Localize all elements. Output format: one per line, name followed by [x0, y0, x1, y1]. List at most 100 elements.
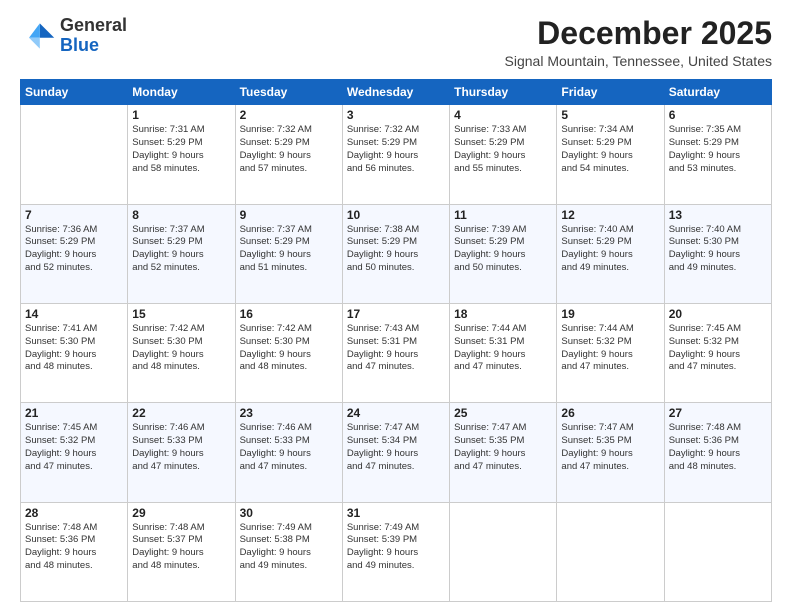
day-cell-6: 6 Sunrise: 7:35 AM Sunset: 5:29 PM Daylig…	[664, 105, 771, 204]
day-number: 1	[132, 108, 230, 122]
logo-icon	[20, 18, 56, 54]
day-info: Sunrise: 7:49 AM Sunset: 5:38 PM Dayligh…	[240, 522, 338, 573]
day-number: 4	[454, 108, 552, 122]
day-cell-17: 17 Sunrise: 7:43 AM Sunset: 5:31 PM Dayli…	[342, 303, 449, 402]
day-info: Sunrise: 7:37 AM Sunset: 5:29 PM Dayligh…	[132, 224, 230, 275]
day-info: Sunrise: 7:32 AM Sunset: 5:29 PM Dayligh…	[347, 124, 445, 175]
day-cell-31: 31 Sunrise: 7:49 AM Sunset: 5:39 PM Dayli…	[342, 502, 449, 601]
day-info: Sunrise: 7:38 AM Sunset: 5:29 PM Dayligh…	[347, 224, 445, 275]
day-info: Sunrise: 7:46 AM Sunset: 5:33 PM Dayligh…	[132, 422, 230, 473]
day-number: 21	[25, 406, 123, 420]
day-info: Sunrise: 7:45 AM Sunset: 5:32 PM Dayligh…	[25, 422, 123, 473]
day-number: 24	[347, 406, 445, 420]
day-info: Sunrise: 7:39 AM Sunset: 5:29 PM Dayligh…	[454, 224, 552, 275]
day-info: Sunrise: 7:48 AM Sunset: 5:36 PM Dayligh…	[25, 522, 123, 573]
day-number: 8	[132, 208, 230, 222]
day-cell-23: 23Sunrise: 7:46 AM Sunset: 5:33 PM Dayli…	[235, 403, 342, 502]
day-cell-26: 26 Sunrise: 7:47 AM Sunset: 5:35 PM Dayli…	[557, 403, 664, 502]
day-info: Sunrise: 7:34 AM Sunset: 5:29 PM Dayligh…	[561, 124, 659, 175]
day-number: 5	[561, 108, 659, 122]
day-number: 22	[132, 406, 230, 420]
day-cell-10: 10 Sunrise: 7:38 AM Sunset: 5:29 PM Dayli…	[342, 204, 449, 303]
day-info: Sunrise: 7:43 AM Sunset: 5:31 PM Dayligh…	[347, 323, 445, 374]
empty-cell	[664, 502, 771, 601]
day-number: 28	[25, 506, 123, 520]
day-number: 6	[669, 108, 767, 122]
day-cell-30: 30 Sunrise: 7:49 AM Sunset: 5:38 PM Dayli…	[235, 502, 342, 601]
empty-cell	[21, 105, 128, 204]
day-number: 10	[347, 208, 445, 222]
day-info: Sunrise: 7:40 AM Sunset: 5:30 PM Dayligh…	[669, 224, 767, 275]
day-number: 29	[132, 506, 230, 520]
day-info: Sunrise: 7:31 AM Sunset: 5:29 PM Dayligh…	[132, 124, 230, 175]
location: Signal Mountain, Tennessee, United State…	[505, 53, 772, 69]
empty-cell	[450, 502, 557, 601]
title-block: December 2025 Signal Mountain, Tennessee…	[505, 16, 772, 69]
day-number: 31	[347, 506, 445, 520]
day-info: Sunrise: 7:49 AM Sunset: 5:39 PM Dayligh…	[347, 522, 445, 573]
day-number: 23	[240, 406, 338, 420]
calendar-header-row: SundayMondayTuesdayWednesdayThursdayFrid…	[21, 80, 772, 105]
logo: General Blue	[20, 16, 127, 56]
day-number: 7	[25, 208, 123, 222]
day-cell-16: 16 Sunrise: 7:42 AM Sunset: 5:30 PM Dayli…	[235, 303, 342, 402]
day-info: Sunrise: 7:47 AM Sunset: 5:35 PM Dayligh…	[454, 422, 552, 473]
week-row-4: 21 Sunrise: 7:45 AM Sunset: 5:32 PM Dayli…	[21, 403, 772, 502]
day-info: Sunrise: 7:47 AM Sunset: 5:35 PM Dayligh…	[561, 422, 659, 473]
week-row-3: 14 Sunrise: 7:41 AM Sunset: 5:30 PM Dayli…	[21, 303, 772, 402]
day-cell-29: 29 Sunrise: 7:48 AM Sunset: 5:37 PM Dayli…	[128, 502, 235, 601]
day-number: 11	[454, 208, 552, 222]
day-cell-4: 4Sunrise: 7:33 AM Sunset: 5:29 PM Daylig…	[450, 105, 557, 204]
col-header-thursday: Thursday	[450, 80, 557, 105]
col-header-saturday: Saturday	[664, 80, 771, 105]
day-number: 15	[132, 307, 230, 321]
day-cell-22: 22 Sunrise: 7:46 AM Sunset: 5:33 PM Dayli…	[128, 403, 235, 502]
logo-blue: Blue	[60, 35, 99, 55]
day-info: Sunrise: 7:44 AM Sunset: 5:31 PM Dayligh…	[454, 323, 552, 374]
day-info: Sunrise: 7:40 AM Sunset: 5:29 PM Dayligh…	[561, 224, 659, 275]
day-number: 12	[561, 208, 659, 222]
day-info: Sunrise: 7:35 AM Sunset: 5:29 PM Dayligh…	[669, 124, 767, 175]
day-cell-15: 15 Sunrise: 7:42 AM Sunset: 5:30 PM Dayli…	[128, 303, 235, 402]
day-cell-11: 11 Sunrise: 7:39 AM Sunset: 5:29 PM Dayli…	[450, 204, 557, 303]
day-cell-28: 28 Sunrise: 7:48 AM Sunset: 5:36 PM Dayli…	[21, 502, 128, 601]
col-header-wednesday: Wednesday	[342, 80, 449, 105]
day-cell-14: 14 Sunrise: 7:41 AM Sunset: 5:30 PM Dayli…	[21, 303, 128, 402]
day-cell-1: 1 Sunrise: 7:31 AM Sunset: 5:29 PM Daylig…	[128, 105, 235, 204]
day-number: 18	[454, 307, 552, 321]
day-cell-12: 12 Sunrise: 7:40 AM Sunset: 5:29 PM Dayli…	[557, 204, 664, 303]
day-number: 25	[454, 406, 552, 420]
day-cell-13: 13Sunrise: 7:40 AM Sunset: 5:30 PM Dayli…	[664, 204, 771, 303]
day-info: Sunrise: 7:47 AM Sunset: 5:34 PM Dayligh…	[347, 422, 445, 473]
day-number: 2	[240, 108, 338, 122]
day-info: Sunrise: 7:41 AM Sunset: 5:30 PM Dayligh…	[25, 323, 123, 374]
day-number: 26	[561, 406, 659, 420]
day-number: 9	[240, 208, 338, 222]
day-number: 19	[561, 307, 659, 321]
logo-text: General Blue	[60, 16, 127, 56]
empty-cell	[557, 502, 664, 601]
day-info: Sunrise: 7:32 AM Sunset: 5:29 PM Dayligh…	[240, 124, 338, 175]
day-info: Sunrise: 7:36 AM Sunset: 5:29 PM Dayligh…	[25, 224, 123, 275]
day-cell-19: 19 Sunrise: 7:44 AM Sunset: 5:32 PM Dayli…	[557, 303, 664, 402]
day-cell-24: 24 Sunrise: 7:47 AM Sunset: 5:34 PM Dayli…	[342, 403, 449, 502]
day-number: 14	[25, 307, 123, 321]
day-number: 16	[240, 307, 338, 321]
day-cell-2: 2 Sunrise: 7:32 AM Sunset: 5:29 PM Daylig…	[235, 105, 342, 204]
calendar-table: SundayMondayTuesdayWednesdayThursdayFrid…	[20, 79, 772, 602]
day-number: 3	[347, 108, 445, 122]
day-cell-21: 21 Sunrise: 7:45 AM Sunset: 5:32 PM Dayli…	[21, 403, 128, 502]
day-cell-18: 18 Sunrise: 7:44 AM Sunset: 5:31 PM Dayli…	[450, 303, 557, 402]
day-number: 17	[347, 307, 445, 321]
col-header-friday: Friday	[557, 80, 664, 105]
day-cell-7: 7 Sunrise: 7:36 AM Sunset: 5:29 PM Daylig…	[21, 204, 128, 303]
day-info: Sunrise: 7:44 AM Sunset: 5:32 PM Dayligh…	[561, 323, 659, 374]
week-row-2: 7 Sunrise: 7:36 AM Sunset: 5:29 PM Daylig…	[21, 204, 772, 303]
day-info: Sunrise: 7:48 AM Sunset: 5:37 PM Dayligh…	[132, 522, 230, 573]
day-info: Sunrise: 7:42 AM Sunset: 5:30 PM Dayligh…	[132, 323, 230, 374]
day-info: Sunrise: 7:37 AM Sunset: 5:29 PM Dayligh…	[240, 224, 338, 275]
day-info: Sunrise: 7:48 AM Sunset: 5:36 PM Dayligh…	[669, 422, 767, 473]
day-number: 30	[240, 506, 338, 520]
day-info: Sunrise: 7:42 AM Sunset: 5:30 PM Dayligh…	[240, 323, 338, 374]
day-info: Sunrise: 7:45 AM Sunset: 5:32 PM Dayligh…	[669, 323, 767, 374]
